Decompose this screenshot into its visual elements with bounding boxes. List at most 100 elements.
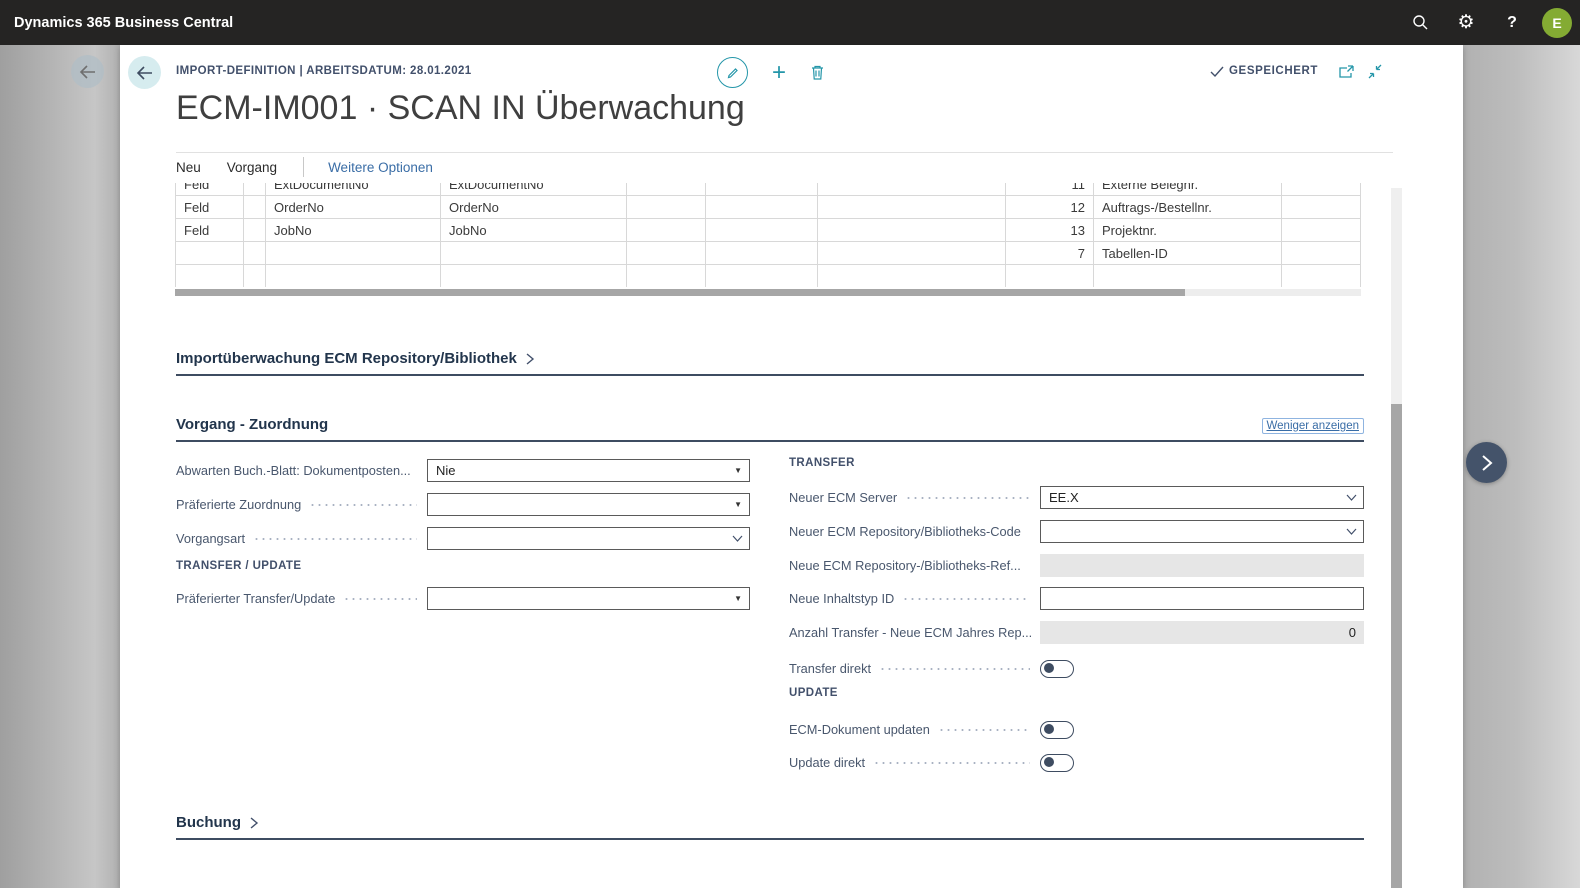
table-horizontal-scrollbar[interactable] [175, 289, 1361, 296]
back-button[interactable] [128, 56, 161, 89]
cell[interactable] [1282, 219, 1361, 242]
abwarten-dropdown[interactable]: Nie ▼ [427, 459, 750, 482]
dotted-leader [253, 538, 417, 540]
cell[interactable] [244, 265, 266, 288]
vertical-scrollbar[interactable] [1391, 188, 1402, 888]
menu-item-vorgang[interactable]: Vorgang [227, 160, 277, 175]
section-heading: Buchung [176, 814, 241, 831]
praeferierter-transfer-dropdown[interactable]: ▼ [427, 587, 750, 610]
cell[interactable] [627, 242, 706, 265]
field-vorgangsart: Vorgangsart [176, 527, 750, 550]
cell[interactable] [818, 219, 1006, 242]
check-icon [1210, 66, 1224, 77]
cell[interactable] [627, 196, 706, 219]
help-icon[interactable]: ? [1496, 7, 1528, 39]
field-label: ECM-Dokument updaten [789, 722, 930, 737]
field-praeferierte-zuordnung: Präferierte Zuordnung ▼ [176, 493, 750, 516]
cell[interactable] [706, 219, 818, 242]
field-mapping-table: Feld ExtDocumentNo ExtDocumentNo 11 Exte… [175, 183, 1361, 287]
repository-code-combobox[interactable] [1040, 520, 1364, 543]
cell[interactable] [818, 265, 1006, 288]
neuer-ecm-server-combobox[interactable]: EE.X [1040, 486, 1364, 509]
cell-type[interactable]: Feld [176, 196, 244, 219]
search-icon[interactable] [1404, 7, 1436, 39]
menu-item-neu[interactable]: Neu [176, 160, 201, 175]
inhaltstyp-id-input[interactable] [1040, 587, 1364, 610]
cell-field-caption[interactable]: Tabellen-ID [1094, 242, 1282, 265]
cell-field-number[interactable]: 11 [1006, 183, 1094, 196]
table-row: Feld ExtDocumentNo ExtDocumentNo 11 Exte… [176, 183, 1361, 196]
field-repository-code: Neuer ECM Repository/Bibliotheks-Code [789, 520, 1364, 543]
vertical-scrollbar-thumb[interactable] [1391, 404, 1402, 888]
horizontal-scrollbar-thumb[interactable] [175, 289, 1185, 296]
toggle-knob [1044, 757, 1054, 767]
ecm-dokument-updaten-toggle[interactable] [1040, 721, 1074, 739]
toggle-knob [1044, 724, 1054, 734]
update-direkt-toggle[interactable] [1040, 754, 1074, 772]
vorgangsart-combobox[interactable] [427, 527, 750, 550]
cell[interactable] [627, 265, 706, 288]
cell-source-field[interactable]: OrderNo [266, 196, 441, 219]
transfer-direkt-toggle[interactable] [1040, 660, 1074, 678]
cell-field-number[interactable] [1006, 265, 1094, 288]
cell-target-field[interactable] [441, 265, 627, 288]
section-buchung: Buchung [176, 814, 1364, 840]
settings-gear-icon[interactable]: ⚙ [1450, 7, 1482, 39]
next-record-button[interactable] [1466, 442, 1507, 483]
cell[interactable] [1282, 242, 1361, 265]
user-avatar[interactable]: E [1542, 8, 1572, 38]
cell-source-field[interactable] [266, 265, 441, 288]
cell-source-field[interactable]: JobNo [266, 219, 441, 242]
section-vorgang-header[interactable]: Vorgang - Zuordnung [176, 416, 1364, 440]
add-icon[interactable]: + [772, 61, 786, 85]
cell[interactable] [244, 196, 266, 219]
section-import-monitor-header[interactable]: Importüberwachung ECM Repository/Bibliot… [176, 350, 1364, 374]
cell-field-number[interactable]: 13 [1006, 219, 1094, 242]
cell-source-field[interactable] [266, 242, 441, 265]
cell-type[interactable]: Feld [176, 219, 244, 242]
cell-type[interactable]: Feld [176, 183, 244, 196]
cell-field-caption[interactable]: Externe Belegnr. [1094, 183, 1282, 196]
cell-field-caption[interactable] [1094, 265, 1282, 288]
cell[interactable] [244, 183, 266, 196]
cell-field-caption[interactable]: Projektnr. [1094, 219, 1282, 242]
cell[interactable] [818, 196, 1006, 219]
cell[interactable] [244, 219, 266, 242]
section-buchung-header[interactable]: Buchung [176, 814, 1364, 838]
breadcrumb[interactable]: IMPORT-DEFINITION | ARBEITSDATUM: 28.01.… [176, 65, 472, 77]
cell-field-number[interactable]: 7 [1006, 242, 1094, 265]
open-in-new-window-icon[interactable] [1338, 65, 1354, 79]
window-controls [1338, 64, 1383, 79]
praeferierte-zuordnung-dropdown[interactable]: ▼ [427, 493, 750, 516]
collapse-view-icon[interactable] [1367, 64, 1383, 79]
cell-type[interactable] [176, 265, 244, 288]
cell[interactable] [1282, 183, 1361, 196]
cell[interactable] [706, 196, 818, 219]
cell[interactable] [818, 183, 1006, 196]
cell[interactable] [627, 183, 706, 196]
cell-field-caption[interactable]: Auftrags-/Bestellnr. [1094, 196, 1282, 219]
cell[interactable] [706, 183, 818, 196]
cell[interactable] [1282, 265, 1361, 288]
cell[interactable] [706, 242, 818, 265]
cell-type[interactable] [176, 242, 244, 265]
menu-more-options[interactable]: Weitere Optionen [328, 160, 433, 175]
cell-target-field[interactable]: JobNo [441, 219, 627, 242]
cell[interactable] [244, 242, 266, 265]
cell[interactable] [627, 219, 706, 242]
cell-target-field[interactable] [441, 242, 627, 265]
edit-pencil-icon[interactable] [717, 57, 748, 88]
cell-field-number[interactable]: 12 [1006, 196, 1094, 219]
dotted-leader [1029, 531, 1030, 533]
cell[interactable] [706, 265, 818, 288]
show-less-link[interactable]: Weniger anzeigen [1262, 418, 1365, 434]
screen: Dynamics 365 Business Central ⚙ ? E IMPO… [0, 0, 1580, 888]
cell[interactable] [1282, 196, 1361, 219]
delete-trash-icon[interactable] [810, 64, 825, 81]
cell-target-field[interactable]: OrderNo [441, 196, 627, 219]
cell-source-field[interactable]: ExtDocumentNo [266, 183, 441, 196]
dotted-leader [309, 504, 417, 506]
cell-target-field[interactable]: ExtDocumentNo [441, 183, 627, 196]
app-title[interactable]: Dynamics 365 Business Central [14, 15, 233, 31]
cell[interactable] [818, 242, 1006, 265]
